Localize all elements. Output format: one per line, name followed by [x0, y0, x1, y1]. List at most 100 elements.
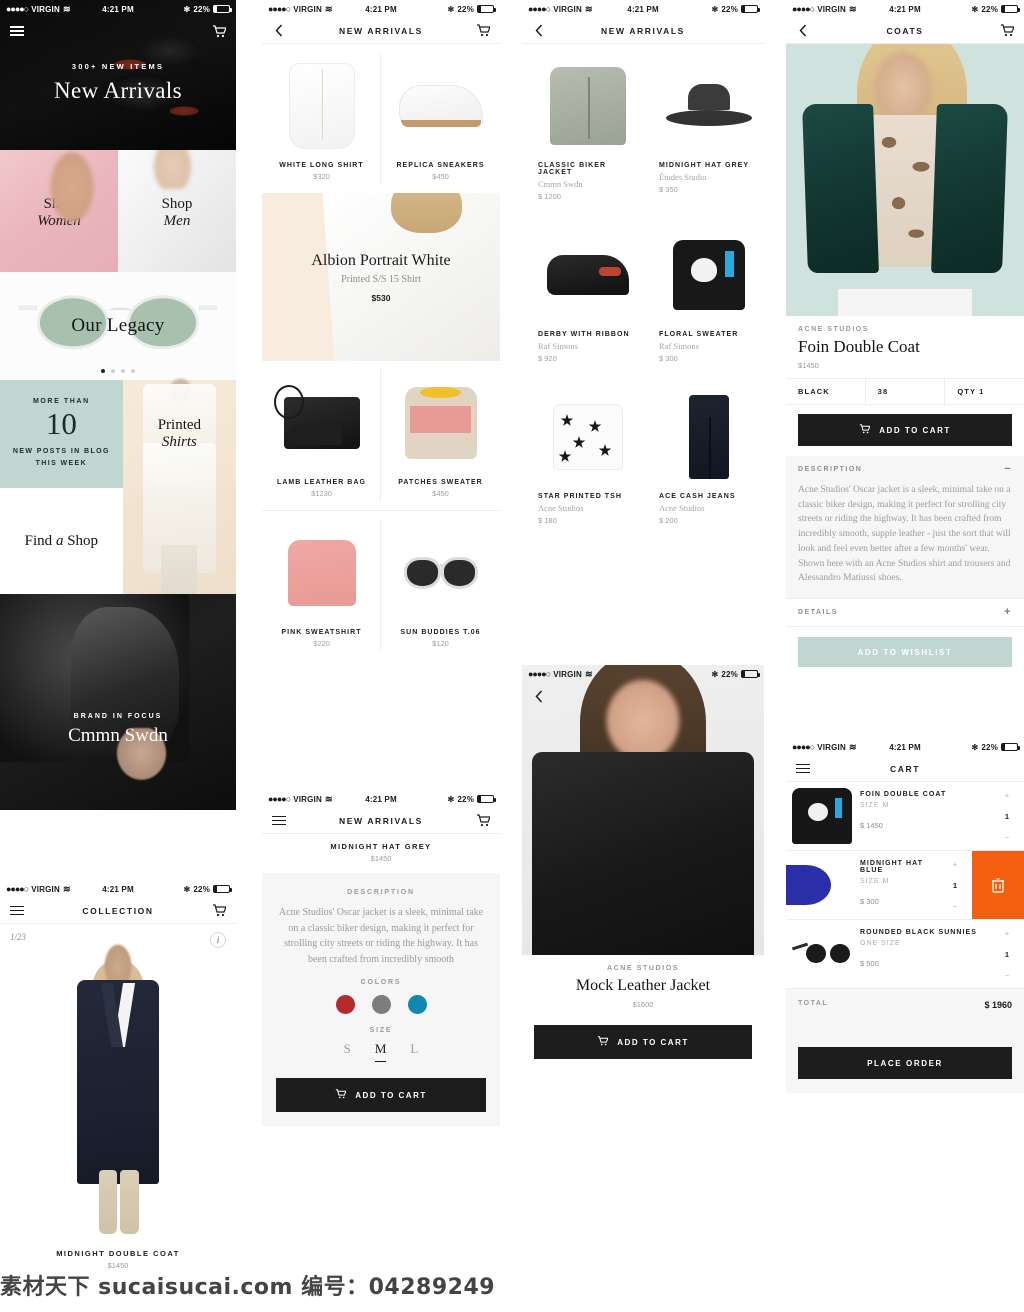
add-to-wishlist-button[interactable]: ADD TO WISHLIST: [798, 637, 1012, 668]
promo-title: Albion Portrait White: [311, 251, 451, 269]
cart-icon[interactable]: [475, 24, 491, 38]
blog-posts-tile[interactable]: MORE THAN 10 NEW POSTS IN BLOG THIS WEEK: [0, 380, 123, 488]
minus-icon[interactable]: −: [1004, 464, 1012, 475]
shop-men-tile[interactable]: Shop Men: [118, 150, 236, 272]
cart-item-row[interactable]: MIDNIGHT HAT BLUE SIZE M $ 300 + 1 −: [786, 851, 1024, 920]
description-label: DESCRIPTION: [347, 889, 415, 896]
hamburger-icon[interactable]: [271, 814, 287, 828]
minus-icon[interactable]: −: [1005, 833, 1010, 842]
pager-dot[interactable]: [121, 369, 125, 373]
chevron-left-icon[interactable]: [531, 24, 547, 38]
plus-icon[interactable]: +: [1005, 791, 1010, 800]
product-card[interactable]: ACE CASH JEANS Acne Studios $ 200: [643, 375, 764, 537]
product-card[interactable]: CLASSIC BIKER JACKET Cmmn Swdn $ 1200: [522, 44, 643, 213]
plus-icon[interactable]: +: [953, 860, 958, 869]
our-legacy-banner[interactable]: Our Legacy: [0, 272, 236, 380]
hamburger-icon[interactable]: [9, 904, 25, 918]
brand-in-focus-banner[interactable]: BRAND IN FOCUS Cmmn Swdn: [0, 594, 236, 810]
add-to-cart-button[interactable]: ADD TO CART: [534, 1025, 752, 1059]
plus-icon[interactable]: +: [1005, 929, 1010, 938]
product-card[interactable]: MIDNIGHT HAT GREY Études Studio $ 350: [643, 44, 764, 213]
hamburger-icon[interactable]: [9, 24, 25, 38]
promo-subtitle: Printed S/S 15 Shirt: [341, 273, 421, 285]
cart-icon[interactable]: [999, 24, 1015, 38]
product-card[interactable]: REPLICA SNEAKERS $450: [381, 44, 500, 193]
color-swatches[interactable]: [276, 995, 486, 1014]
size-option-m[interactable]: M: [374, 1041, 387, 1062]
size-selector[interactable]: S M L: [276, 1041, 486, 1062]
battery-percent-label: 22%: [193, 4, 211, 14]
cart-icon[interactable]: [211, 904, 227, 918]
product-thumb: [268, 54, 375, 158]
pager-dot[interactable]: [131, 369, 135, 373]
cart-icon: [859, 424, 871, 436]
hamburger-icon[interactable]: [795, 762, 811, 776]
carousel-pager[interactable]: [0, 369, 236, 373]
cart-item-info: ROUNDED BLACK SUNNIES ONE SIZE $ 500: [858, 920, 990, 988]
battery-percent-label: 22%: [457, 794, 475, 804]
cart-item-row[interactable]: ROUNDED BLACK SUNNIES ONE SIZE $ 500 + 1…: [786, 920, 1024, 989]
chevron-left-icon[interactable]: [271, 24, 287, 38]
minus-icon[interactable]: −: [953, 902, 958, 911]
chevron-left-icon[interactable]: [531, 689, 547, 703]
cart-footer: PLACE ORDER: [786, 1047, 1024, 1093]
jeans-icon: [688, 395, 729, 479]
plus-icon[interactable]: +: [1004, 607, 1012, 618]
signal-dots-icon: ●●●●○: [528, 4, 551, 14]
color-swatch-red[interactable]: [335, 995, 355, 1014]
mock-jacket-hero[interactable]: ●●●●○ VIRGIN ≋ ✻ 22%: [522, 665, 764, 955]
product-card[interactable]: PINK SWEATSHIRT $220: [262, 511, 381, 660]
pdp-hero-image[interactable]: [786, 44, 1024, 316]
screen-new-arrivals-b: ●●●●○ VIRGIN ≋ 4:21 PM ✻ 22% NEW ARRIVALS…: [522, 0, 764, 660]
option-size[interactable]: 38: [866, 379, 946, 404]
white-shirt-icon: [288, 63, 355, 149]
product-card[interactable]: DERBY WITH RIBBON Raf Simons $ 920: [522, 213, 643, 375]
product-price: $ 1200: [538, 192, 561, 201]
product-card[interactable]: FLORAL SWEATER Raf Simons $ 300: [643, 213, 764, 375]
model-legs-image: [161, 545, 198, 594]
wifi-icon: ≋: [584, 668, 593, 679]
bluetooth-icon: ✻: [447, 4, 455, 14]
coat-product-image[interactable]: [64, 942, 172, 1234]
screenshot-canvas: ●●●●○ VIRGIN ≋ 4:21 PM ✻ 22% 300+ NEW IT…: [0, 0, 1024, 1312]
home-hero[interactable]: ●●●●○ VIRGIN ≋ 4:21 PM ✻ 22% 300+ NEW IT…: [0, 0, 236, 150]
info-icon[interactable]: i: [210, 932, 226, 948]
find-a-shop-tile[interactable]: Find a Shop: [0, 488, 123, 594]
promo-banner[interactable]: Albion Portrait White Printed S/S 15 Shi…: [262, 193, 500, 361]
product-thumb: [387, 521, 494, 625]
details-accordion-header[interactable]: DETAILS +: [786, 598, 1024, 628]
pager-dot[interactable]: [101, 369, 105, 373]
product-card[interactable]: LAMB LEATHER BAG $1230: [262, 361, 381, 510]
option-color[interactable]: BLACK: [786, 379, 866, 404]
size-option-s[interactable]: S: [344, 1041, 351, 1062]
cart-icon[interactable]: [475, 814, 491, 828]
product-card[interactable]: SUN BUDDIES T.06 $120: [381, 511, 500, 660]
signal-dots-icon: ●●●●○: [268, 4, 291, 14]
delete-item-button[interactable]: [972, 851, 1024, 919]
chevron-left-icon[interactable]: [795, 24, 811, 38]
product-card[interactable]: PATCHES SWEATER $450: [381, 361, 500, 510]
add-to-cart-button[interactable]: ADD TO CART: [276, 1078, 486, 1112]
product-card[interactable]: WHITE LONG SHIRT $320: [262, 44, 381, 193]
pager-dot[interactable]: [111, 369, 115, 373]
color-swatch-blue[interactable]: [407, 995, 427, 1014]
minus-icon[interactable]: −: [1005, 971, 1010, 980]
cart-item-qty-stepper[interactable]: + 1 −: [990, 920, 1024, 988]
product-thumb: [268, 371, 375, 475]
place-order-button[interactable]: PLACE ORDER: [798, 1047, 1012, 1079]
printed-shirts-tile-lower[interactable]: [122, 443, 236, 594]
cart-item-qty-stepper[interactable]: + 1 −: [938, 851, 972, 919]
add-to-cart-label: ADD TO CART: [879, 425, 951, 435]
size-option-l[interactable]: L: [410, 1041, 418, 1062]
page-title: NEW ARRIVALS: [339, 815, 423, 826]
description-accordion-header[interactable]: DESCRIPTION −: [786, 456, 1024, 483]
option-qty[interactable]: QTY 1: [945, 379, 1024, 404]
cart-item-qty-stepper[interactable]: + 1 −: [990, 782, 1024, 850]
add-to-cart-button[interactable]: ADD TO CART: [798, 414, 1012, 446]
cart-icon[interactable]: [211, 24, 227, 38]
cart-item-row[interactable]: FOIN DOUBLE COAT SIZE M $ 1450 + 1 −: [786, 782, 1024, 851]
color-swatch-grey[interactable]: [371, 995, 391, 1014]
shop-women-tile[interactable]: Shop Women: [0, 150, 118, 272]
product-card[interactable]: STAR PRINTED TSH Acne Studios $ 180: [522, 375, 643, 537]
